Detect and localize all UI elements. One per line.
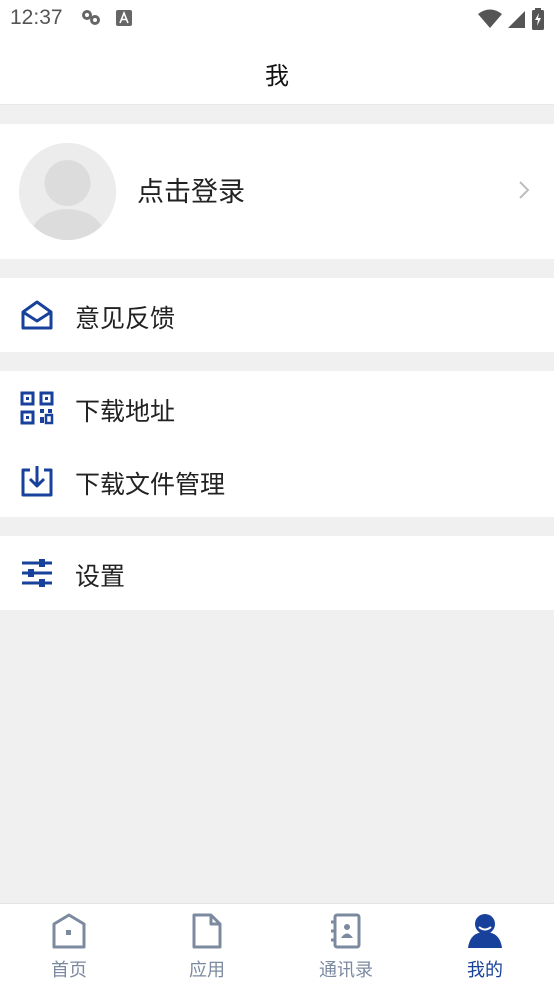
qr-code-icon	[20, 391, 54, 425]
tab-mine[interactable]: 我的	[435, 904, 535, 985]
menu-item-download-address[interactable]: 下载地址	[0, 371, 554, 445]
user-profile-icon	[466, 912, 504, 950]
tab-label-home: 首页	[51, 960, 87, 981]
sliders-icon	[20, 556, 54, 590]
menu-label-download-address: 下载地址	[75, 397, 176, 426]
downloads-section: 下载地址 下载文件管理	[0, 371, 554, 517]
tab-apps[interactable]: 应用	[157, 904, 257, 985]
home-icon	[50, 912, 88, 950]
battery-icon	[532, 8, 544, 34]
contacts-book-icon	[327, 912, 365, 950]
menu-item-settings[interactable]: 设置	[0, 536, 554, 610]
tab-contacts[interactable]: 通讯录	[296, 904, 396, 985]
chevron-right-icon	[518, 180, 530, 204]
wifi-icon	[478, 9, 502, 33]
menu-label-feedback: 意见反馈	[75, 304, 176, 333]
settings-section: 设置	[0, 536, 554, 610]
menu-item-download-files[interactable]: 下载文件管理	[0, 444, 554, 518]
menu-label-download-files: 下载文件管理	[75, 470, 226, 499]
font-a-icon	[116, 10, 132, 30]
status-time: 12:37	[10, 6, 63, 29]
login-label: 点击登录	[137, 177, 245, 208]
mail-icon	[20, 298, 54, 332]
menu-item-feedback[interactable]: 意见反馈	[0, 278, 554, 352]
title-bar: 我	[0, 38, 554, 105]
app-document-icon	[188, 912, 226, 950]
download-icon	[20, 464, 54, 498]
notification-icon	[80, 9, 102, 31]
avatar	[19, 143, 116, 240]
tab-label-mine: 我的	[467, 960, 503, 981]
login-row[interactable]: 点击登录	[0, 124, 554, 259]
default-avatar-icon	[19, 143, 116, 240]
menu-label-settings: 设置	[75, 562, 126, 591]
bottom-tab-bar: 首页 应用 通讯录 我的	[0, 903, 554, 985]
tab-label-apps: 应用	[189, 960, 225, 981]
signal-icon	[508, 9, 526, 33]
status-bar: 12:37	[0, 0, 554, 38]
feedback-section: 意见反馈	[0, 278, 554, 352]
page-title: 我	[265, 62, 289, 90]
tab-home[interactable]: 首页	[19, 904, 119, 985]
tab-label-contacts: 通讯录	[319, 960, 373, 981]
